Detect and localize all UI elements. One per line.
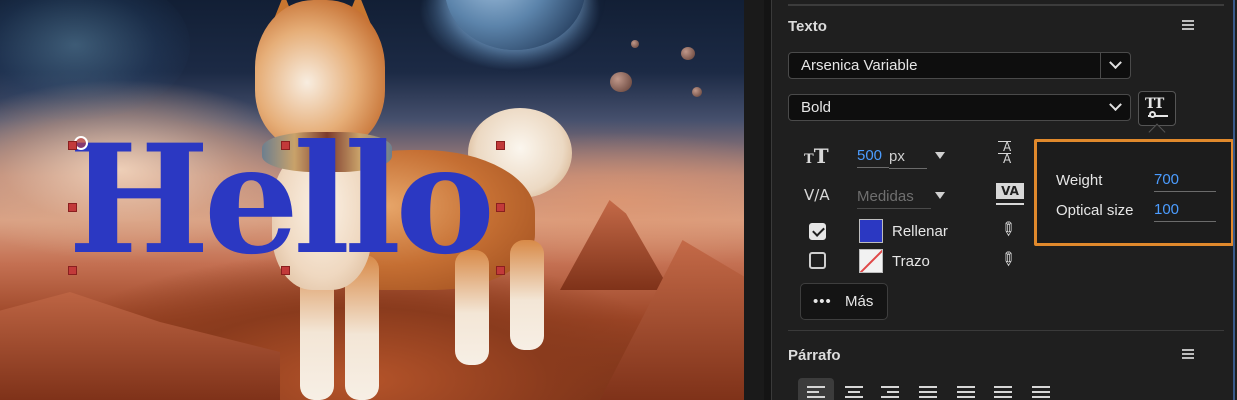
eyedropper-icon[interactable]: ✎	[995, 247, 1021, 273]
ellipsis-icon: •••	[813, 293, 832, 310]
align-left-button[interactable]	[798, 378, 834, 400]
align-right-icon	[881, 386, 899, 400]
resize-handle-top-left[interactable]	[68, 141, 77, 150]
variable-font-button[interactable]: TT	[1138, 91, 1176, 126]
font-size-unit: px	[889, 148, 905, 165]
resize-handle-right[interactable]	[496, 203, 505, 212]
paragraph-section-title: Párrafo	[788, 347, 841, 364]
justify-left-icon	[919, 386, 937, 400]
slider-knob-icon	[1149, 111, 1156, 118]
font-style-value: Bold	[801, 99, 832, 116]
panel-right-border	[1233, 0, 1235, 400]
kerning-caret-icon[interactable]	[935, 192, 945, 199]
moon-illustration	[610, 72, 632, 92]
stroke-color-swatch[interactable]	[859, 249, 883, 273]
optical-size-axis-input[interactable]: 100	[1154, 200, 1216, 222]
hamburger-icon[interactable]	[1182, 349, 1194, 359]
font-size-caret-icon[interactable]	[935, 152, 945, 159]
align-center-button[interactable]	[836, 378, 872, 400]
eyedropper-icon[interactable]: ✎	[995, 217, 1021, 243]
align-right-button[interactable]	[872, 378, 908, 400]
justify-left-button[interactable]	[910, 378, 946, 400]
popover-pointer	[1148, 123, 1166, 141]
font-size-icon: TT	[804, 144, 829, 168]
font-family-value: Arsenica Variable	[801, 57, 918, 74]
tracking-icon[interactable]: VA	[996, 183, 1026, 209]
font-style-dropdown[interactable]: Bold	[788, 94, 1131, 121]
more-options-button[interactable]: ••• Más	[800, 283, 888, 320]
section-divider	[788, 330, 1224, 331]
justify-all-icon	[1032, 386, 1050, 400]
justify-center-icon	[957, 386, 975, 400]
mountain-illustration	[0, 292, 280, 400]
fill-checkbox[interactable]	[809, 223, 826, 240]
resize-handle-bottom-right[interactable]	[496, 266, 505, 275]
canvas-gutter	[744, 0, 764, 400]
nebula-illustration	[0, 0, 190, 120]
kerning-icon[interactable]: V/A	[804, 186, 830, 204]
stroke-label: Trazo	[892, 253, 930, 270]
resize-handle-bottom[interactable]	[281, 266, 290, 275]
chevron-down-icon[interactable]	[1100, 95, 1130, 120]
resize-handle-bottom-left[interactable]	[68, 266, 77, 275]
leading-icon[interactable]: A A	[998, 141, 1012, 165]
planet-illustration	[445, 0, 585, 50]
panel-divider	[788, 4, 1224, 6]
kerning-input[interactable]: Medidas	[857, 187, 931, 209]
optical-size-axis-label: Optical size	[1056, 202, 1134, 219]
font-size-input[interactable]: 500	[857, 146, 889, 168]
hamburger-icon[interactable]	[1182, 20, 1194, 30]
align-center-icon	[845, 386, 863, 400]
hello-text-layer[interactable]: Hello	[68, 120, 528, 290]
justify-center-button[interactable]	[948, 378, 984, 400]
variable-font-icon: TT	[1145, 96, 1164, 112]
align-left-icon	[807, 386, 825, 400]
justify-right-button[interactable]	[985, 378, 1021, 400]
font-size-underline	[889, 168, 927, 169]
resize-handle-left[interactable]	[68, 203, 77, 212]
more-options-label: Más	[845, 293, 874, 310]
weight-axis-input[interactable]: 700	[1154, 170, 1216, 192]
font-family-dropdown[interactable]: Arsenica Variable	[788, 52, 1131, 79]
justify-all-button[interactable]	[1023, 378, 1059, 400]
stroke-checkbox[interactable]	[809, 252, 826, 269]
panel-scrollbar-track[interactable]	[764, 0, 772, 400]
moon-illustration	[681, 47, 695, 60]
weight-axis-label: Weight	[1056, 172, 1103, 189]
moon-illustration	[631, 40, 639, 48]
resize-handle-top[interactable]	[281, 141, 290, 150]
resize-handle-top-right[interactable]	[496, 141, 505, 150]
moon-illustration	[692, 87, 702, 97]
text-section-title: Texto	[788, 18, 827, 35]
mountain-illustration	[560, 200, 670, 290]
fill-label: Rellenar	[892, 223, 948, 240]
artboard-canvas[interactable]: Hello	[0, 0, 744, 400]
justify-right-icon	[994, 386, 1012, 400]
fill-color-swatch[interactable]	[859, 219, 883, 243]
chevron-down-icon[interactable]	[1100, 53, 1130, 78]
variable-axes-popover: Weight 700 Optical size 100	[1034, 139, 1234, 246]
properties-panel: Texto Arsenica Variable Bold TT TT 500 p…	[772, 0, 1237, 400]
